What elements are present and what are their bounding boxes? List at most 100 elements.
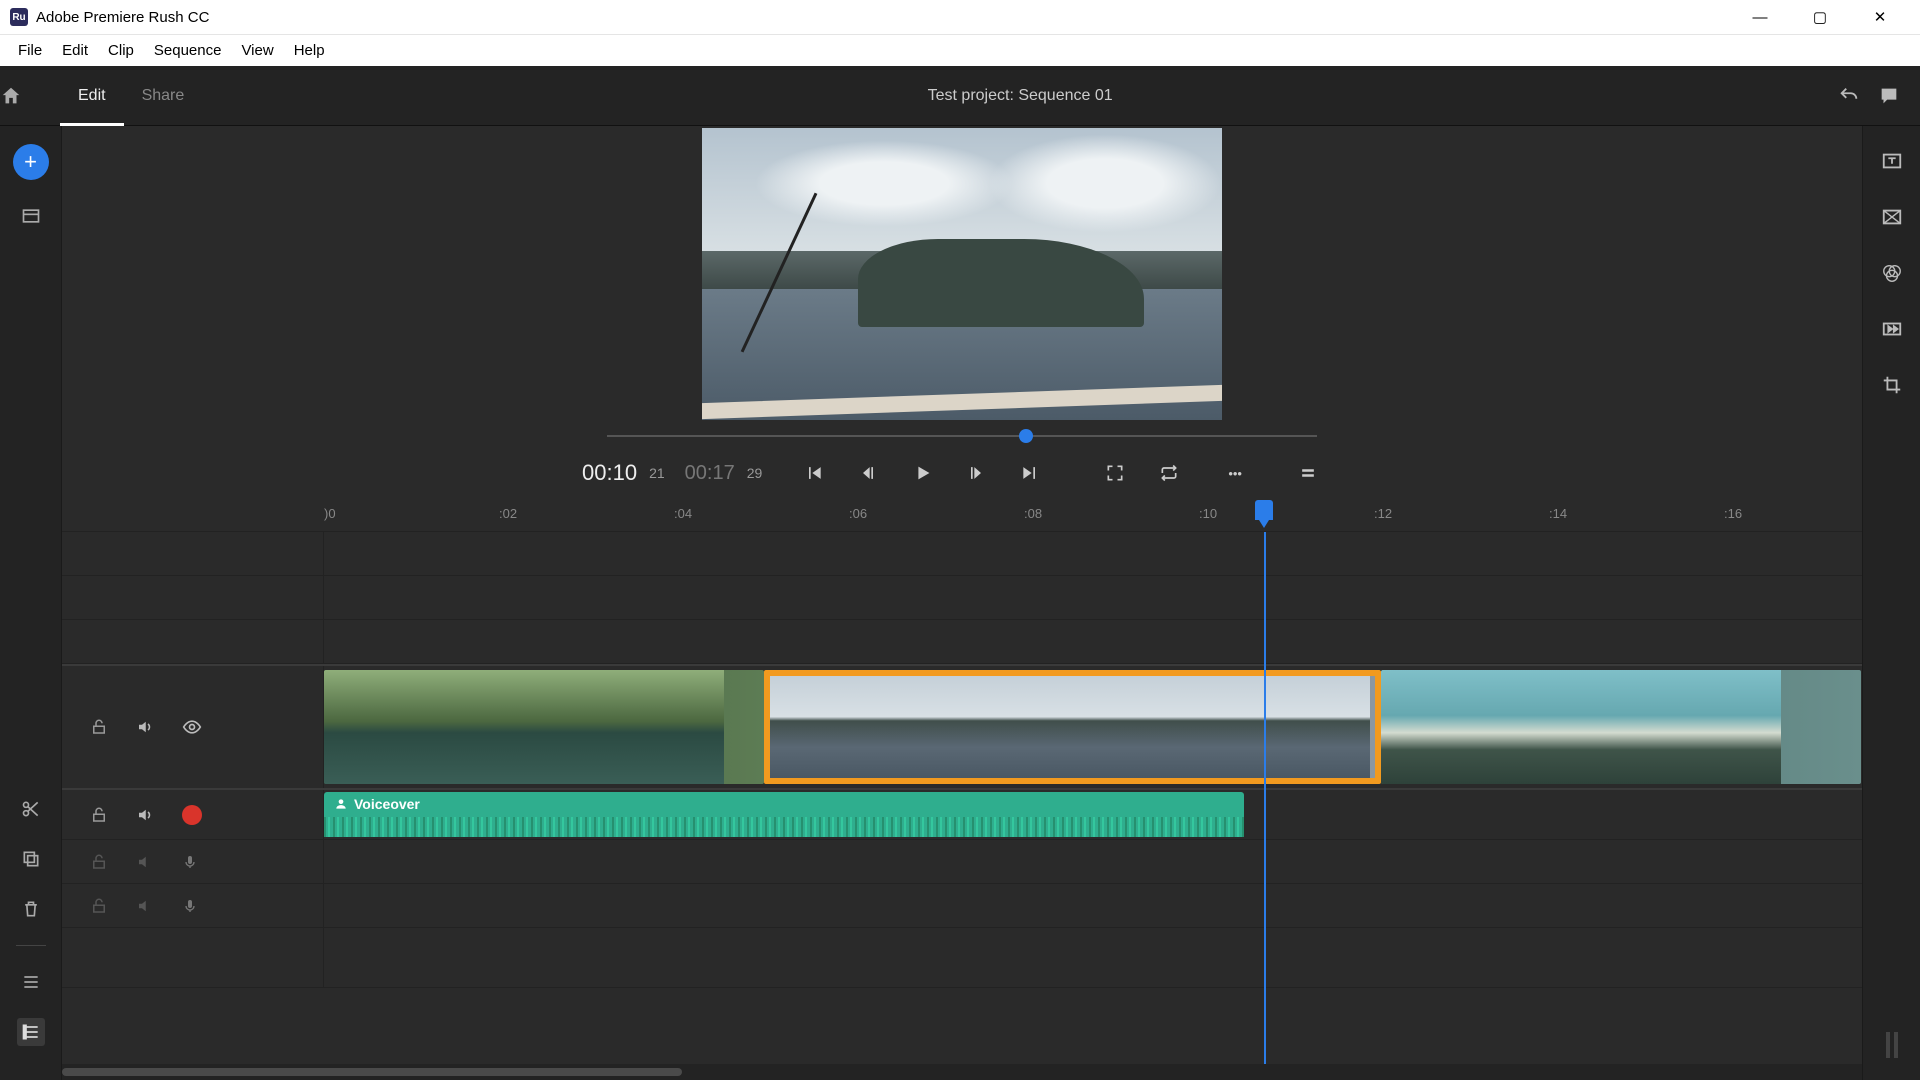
track-body[interactable] (324, 576, 1862, 619)
track-body[interactable] (324, 532, 1862, 575)
eye-icon (182, 717, 202, 737)
menu-file[interactable]: File (8, 42, 52, 59)
add-media-button[interactable]: + (13, 144, 49, 180)
duplicate-button[interactable] (17, 845, 45, 873)
split-clip-button[interactable] (17, 795, 45, 823)
preview-scrubber[interactable] (607, 424, 1317, 448)
control-tracks-button[interactable] (17, 1018, 45, 1046)
preview-area: 00:10 21 00:17 29 ••• (62, 126, 1862, 498)
loop-icon (1159, 463, 1179, 483)
mute-track-button[interactable] (136, 806, 154, 824)
menu-edit[interactable]: Edit (52, 42, 98, 59)
feedback-button[interactable] (1878, 85, 1900, 107)
video-clip-1[interactable] (324, 670, 764, 784)
menu-view[interactable]: View (231, 42, 283, 59)
app-header: Edit Share Test project: Sequence 01 (0, 66, 1920, 126)
scrollbar-thumb[interactable] (62, 1068, 682, 1076)
more-options-button[interactable]: ••• (1213, 466, 1257, 481)
go-start-button[interactable] (804, 463, 848, 483)
timeline-ruler[interactable]: )0:02:04:06:08:10:12:14:16 (62, 498, 1862, 532)
empty-track-3 (62, 532, 1862, 576)
home-button[interactable] (0, 85, 60, 107)
menu-clip[interactable]: Clip (98, 42, 144, 59)
menu-help[interactable]: Help (284, 42, 335, 59)
person-icon (334, 797, 348, 811)
lock-track-button[interactable] (90, 897, 108, 915)
mic-icon (182, 854, 198, 870)
app-icon: Ru (10, 8, 28, 26)
mute-track-button[interactable] (136, 897, 154, 915)
mute-track-button[interactable] (136, 853, 154, 871)
delete-button[interactable] (17, 895, 45, 923)
mute-track-button[interactable] (136, 718, 154, 736)
duration-time: 00:17 (685, 462, 735, 485)
menu-sequence[interactable]: Sequence (144, 42, 232, 59)
visibility-button[interactable] (182, 717, 202, 737)
go-end-button[interactable] (1020, 463, 1064, 483)
ruler-tick: :02 (499, 506, 517, 521)
playhead-line[interactable] (1264, 532, 1266, 1064)
lock-track-button[interactable] (90, 718, 108, 736)
undo-button[interactable] (1838, 85, 1860, 107)
close-button[interactable]: ✕ (1850, 8, 1910, 26)
project-panel-button[interactable] (17, 202, 45, 230)
timeline-spacer (62, 928, 1862, 988)
video-clip-3[interactable] (1381, 670, 1861, 784)
audio-track-1: Voiceover (62, 790, 1862, 840)
scrub-handle[interactable] (1019, 429, 1033, 443)
timeline-zoom-button[interactable] (1298, 463, 1342, 483)
skip-start-icon (804, 463, 824, 483)
app-title: Adobe Premiere Rush CC (36, 9, 1730, 26)
tab-share[interactable]: Share (124, 66, 203, 126)
maximize-button[interactable]: ▢ (1790, 8, 1850, 26)
timeline-tracks: Voiceover (62, 532, 1862, 1064)
ruler-tick: :14 (1549, 506, 1567, 521)
transform-button[interactable] (1881, 374, 1903, 396)
audio-track-head (62, 840, 324, 883)
voiceover-clip[interactable]: Voiceover (324, 792, 1244, 837)
playhead-marker[interactable] (1255, 500, 1273, 520)
minimize-button[interactable]: — (1730, 9, 1790, 26)
audio-meters-button[interactable] (1882, 1030, 1902, 1060)
undo-icon (1838, 85, 1860, 107)
audio-track-3 (62, 884, 1862, 928)
mic-button[interactable] (182, 898, 198, 914)
home-icon (0, 85, 22, 107)
mic-button[interactable] (182, 854, 198, 870)
loop-button[interactable] (1159, 463, 1203, 483)
step-back-button[interactable] (858, 463, 902, 483)
track-body[interactable] (324, 840, 1862, 883)
center-column: 00:10 21 00:17 29 ••• )0:02:04:06:08:10: (62, 126, 1862, 1080)
transitions-button[interactable] (1881, 206, 1903, 228)
video-track-body[interactable] (324, 666, 1862, 788)
expand-tracks-button[interactable] (17, 968, 45, 996)
ruler-tick: :06 (849, 506, 867, 521)
crop-icon (1881, 374, 1903, 396)
track-head (62, 532, 324, 575)
play-button[interactable] (912, 462, 956, 484)
track-body[interactable] (324, 884, 1862, 927)
color-button[interactable] (1881, 262, 1903, 284)
tracks-icon (21, 972, 41, 992)
speed-icon (1881, 318, 1903, 340)
fullscreen-button[interactable] (1105, 463, 1149, 483)
tab-edit[interactable]: Edit (60, 66, 124, 126)
transition-icon (1881, 206, 1903, 228)
speed-button[interactable] (1881, 318, 1903, 340)
step-forward-button[interactable] (966, 463, 1010, 483)
trash-icon (21, 899, 41, 919)
current-frames: 21 (649, 465, 665, 481)
track-body[interactable] (324, 620, 1862, 663)
audio-track-body[interactable]: Voiceover (324, 790, 1862, 839)
timeline-horizontal-scrollbar[interactable] (62, 1064, 1862, 1080)
video-preview[interactable] (702, 128, 1222, 420)
divider (16, 945, 46, 946)
lock-track-button[interactable] (90, 853, 108, 871)
speaker-icon (136, 806, 154, 824)
record-button[interactable] (182, 805, 202, 825)
track-head (62, 576, 324, 619)
video-clip-2-selected[interactable] (764, 670, 1381, 784)
video-track (62, 664, 1862, 790)
titles-button[interactable] (1881, 150, 1903, 172)
lock-track-button[interactable] (90, 806, 108, 824)
